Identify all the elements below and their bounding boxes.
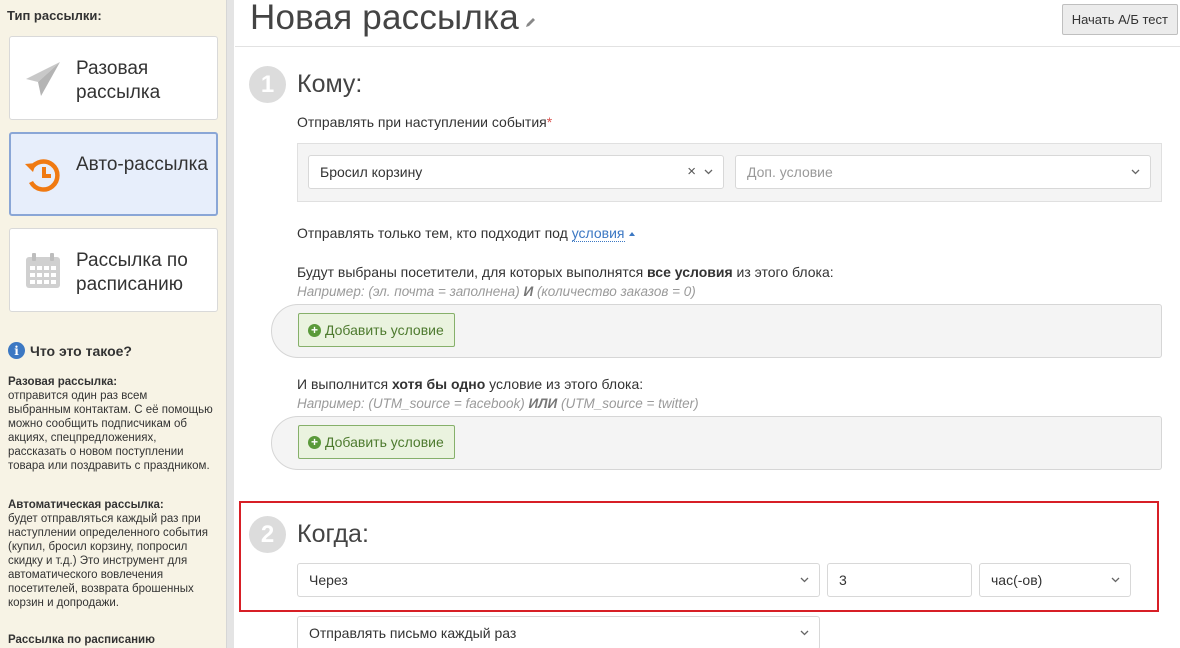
any-text-post: условие из этого блока:: [489, 376, 644, 392]
pencil-icon[interactable]: [525, 16, 537, 28]
step-number: 1: [249, 66, 286, 103]
divider: [235, 46, 1180, 47]
chevron-down-icon: [1111, 577, 1120, 583]
info-icon: i: [8, 342, 25, 359]
all-text-post: из этого блока:: [736, 264, 834, 280]
extra-condition-select[interactable]: Доп. условие: [735, 155, 1151, 189]
required-mark: *: [546, 114, 553, 130]
info-block-title: Разовая рассылка:: [8, 376, 118, 388]
only-to-text: Отправлять только тем, кто подходит под: [297, 225, 568, 241]
sidebar: Тип рассылки: Разовая рассылка Авто-расс…: [0, 0, 226, 648]
delay-type-value: Через: [309, 572, 348, 588]
chevron-down-icon: [1131, 169, 1140, 175]
any-text-bold: хотя бы одно: [391, 376, 486, 392]
add-condition-button[interactable]: + Добавить условие: [298, 313, 455, 347]
all-text-pre: Будут выбраны посетители, для которых вы…: [297, 264, 644, 280]
calendar-icon: [26, 253, 60, 288]
info-block-text: будет отправляться каждый раз при наступ…: [8, 513, 209, 609]
info-one-time: Разовая рассылка: отправится один раз вс…: [8, 375, 213, 473]
sidebar-divider: [226, 0, 234, 648]
type-card-label: Авто-рассылка: [76, 154, 208, 175]
info-auto: Автоматическая рассылка: будет отправлят…: [8, 498, 213, 610]
delay-value: 3: [839, 572, 847, 588]
hint-operator: И: [523, 284, 534, 299]
chevron-down-icon: [704, 169, 713, 175]
step-title-when: Когда:: [297, 520, 369, 548]
add-condition-label: Добавить условие: [325, 322, 444, 338]
frequency-select[interactable]: Отправлять письмо каждый раз: [297, 616, 820, 648]
step-title-to: Кому:: [297, 70, 363, 98]
extra-condition-placeholder: Доп. условие: [747, 164, 833, 180]
chevron-down-icon: [800, 630, 809, 636]
any-text-pre: И выполнится: [297, 376, 389, 392]
auto-clock-icon: [25, 159, 60, 192]
hint-post: (количество заказов = 0): [536, 284, 696, 299]
sidebar-title: Тип рассылки:: [7, 8, 102, 23]
step-number: 2: [249, 516, 286, 553]
chevron-down-icon: [800, 577, 809, 583]
delay-unit-value: час(-ов): [991, 572, 1043, 588]
ab-test-button[interactable]: Начать А/Б тест: [1061, 4, 1178, 35]
caret-up-icon: [628, 232, 635, 237]
hint-post: (UTM_source = twitter): [561, 396, 699, 411]
info-block-text: отправится один раз всем выбранным конта…: [8, 390, 213, 472]
type-card-label: Рассылка по расписанию: [76, 250, 188, 295]
page-title: Новая рассылка: [250, 0, 519, 37]
all-text-bold: все условия: [647, 264, 733, 280]
only-to-row: Отправлять только тем, кто подходит под …: [297, 225, 635, 242]
conditions-link[interactable]: условия: [571, 225, 625, 242]
all-conditions-box: + Добавить условие: [271, 304, 1162, 358]
event-label: Отправлять при наступлении события*: [297, 114, 552, 130]
any-conditions-hint: Например: (UTM_source = facebook) ИЛИ (U…: [297, 396, 699, 411]
paper-plane-icon: [26, 62, 60, 96]
type-card-label: Разовая рассылка: [76, 58, 161, 103]
frequency-value: Отправлять письмо каждый раз: [309, 625, 517, 641]
event-label-text: Отправлять при наступлении события: [297, 114, 547, 130]
main-content: Новая рассылка Начать А/Б тест 1 Кому: О…: [235, 0, 1180, 648]
plus-icon: +: [308, 435, 321, 449]
clear-icon[interactable]: ×: [687, 163, 696, 180]
event-box: Бросил корзину × Доп. условие: [297, 143, 1162, 202]
any-conditions-box: + Добавить условие: [271, 416, 1162, 470]
hint-pre: Например: (UTM_source = facebook): [297, 396, 525, 411]
info-block-title: Автоматическая рассылка:: [8, 499, 164, 511]
delay-value-input[interactable]: 3: [827, 563, 972, 597]
add-condition-button[interactable]: + Добавить условие: [298, 425, 455, 459]
all-conditions-text: Будут выбраны посетители, для которых вы…: [297, 264, 834, 280]
plus-icon: +: [308, 323, 321, 337]
info-block-title: Рассылка по расписанию: [8, 634, 155, 646]
type-card-scheduled[interactable]: Рассылка по расписанию: [9, 228, 218, 312]
type-card-one-time[interactable]: Разовая рассылка: [9, 36, 218, 120]
all-conditions-hint: Например: (эл. почта = заполнена) И (кол…: [297, 284, 696, 299]
info-heading: i Что это такое?: [8, 342, 132, 359]
info-scheduled: Рассылка по расписанию: [8, 633, 213, 647]
app-root: Тип рассылки: Разовая рассылка Авто-расс…: [0, 0, 1180, 648]
hint-operator: ИЛИ: [528, 396, 558, 411]
event-select-value: Бросил корзину: [320, 164, 423, 180]
delay-unit-select[interactable]: час(-ов): [979, 563, 1131, 597]
add-condition-label: Добавить условие: [325, 434, 444, 450]
info-title: Что это такое?: [30, 342, 132, 359]
type-card-auto[interactable]: Авто-рассылка: [9, 132, 218, 216]
event-select[interactable]: Бросил корзину ×: [308, 155, 724, 189]
any-conditions-text: И выполнится хотя бы одно условие из это…: [297, 376, 643, 392]
hint-pre: Например: (эл. почта = заполнена): [297, 284, 520, 299]
delay-type-select[interactable]: Через: [297, 563, 820, 597]
